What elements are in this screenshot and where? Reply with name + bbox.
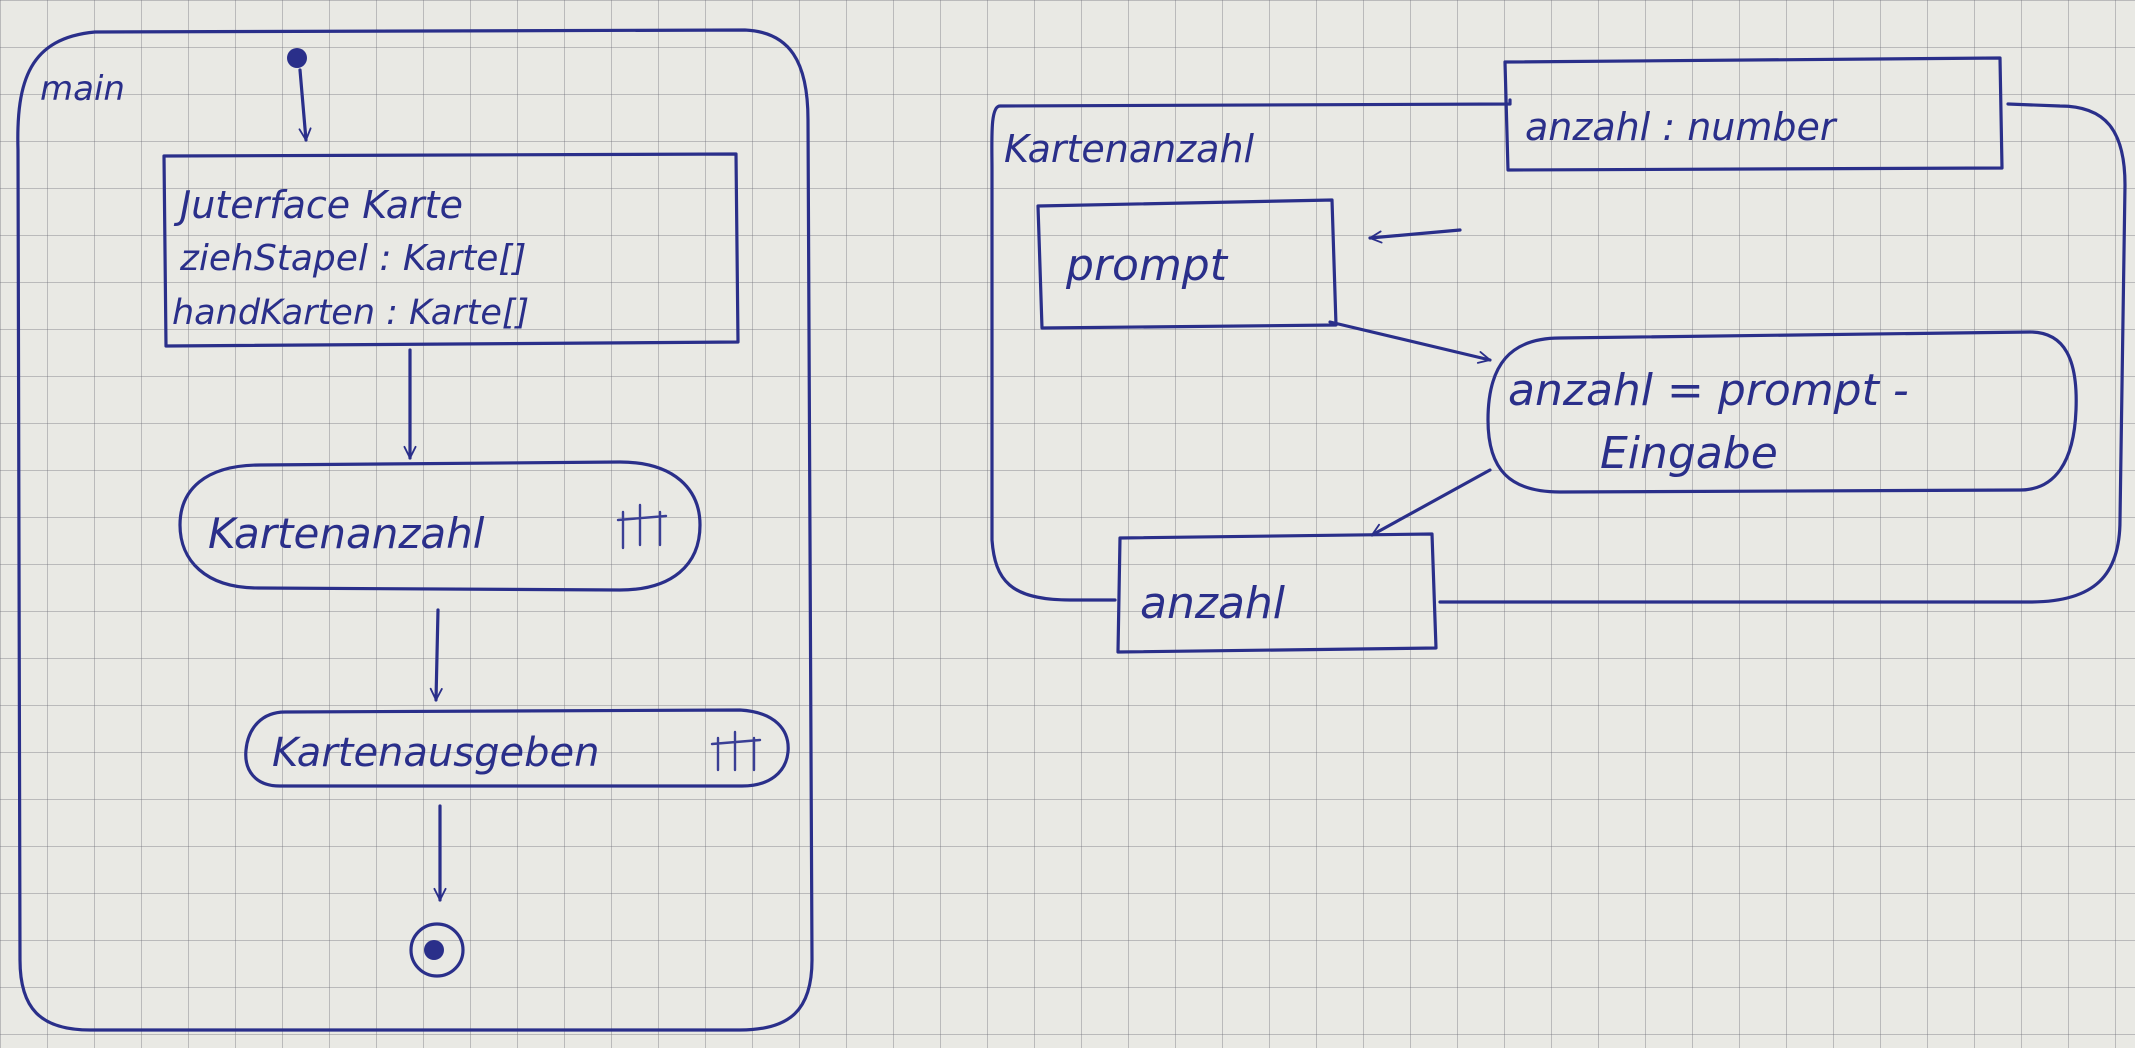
rake-icon [710, 730, 762, 772]
interface-karte-box: Juterface Karte ziehStapel : Karte[] han… [162, 152, 740, 348]
action-anzahl-assign: anzahl = prompt - Eingabe [1486, 330, 2078, 494]
flow-assign-to-output [1370, 468, 1492, 537]
action-assign-line2: Eingabe [1600, 428, 1778, 479]
interface-title: Juterface Karte [173, 183, 463, 227]
param-in-label: anzahl : number [1525, 105, 1838, 149]
action-assign-line1: anzahl = prompt - [1508, 365, 1909, 416]
interface-field-handkarten: handKarten : Karte[] [172, 293, 529, 333]
activity-diagram-sketch: main Juterface Karte ziehStapel : Karte[… [16, 28, 2127, 1032]
node-prompt: prompt [1036, 198, 1338, 330]
kartenanzahl-frame-label: Kartenanzahl [1004, 127, 1255, 171]
parameter-anzahl-number: anzahl : number [1503, 56, 2004, 172]
param-out-label: anzahl [1140, 578, 1286, 629]
action-kartenausgeben-call: Kartenausgeben [244, 708, 790, 788]
parameter-anzahl-output: anzahl [1116, 532, 1438, 654]
flow-param-to-prompt [1368, 228, 1462, 244]
node-prompt-label: prompt [1065, 240, 1229, 291]
action-kartenanzahl-label: Kartenanzahl [208, 509, 485, 558]
rake-icon [616, 503, 668, 550]
flow-kartenanzahl-to-kartenausgeben [429, 608, 443, 702]
flow-prompt-to-assign [1328, 320, 1492, 364]
action-kartenausgeben-label: Kartenausgeben [272, 730, 599, 776]
flow-initial-to-interface [298, 68, 312, 142]
action-kartenanzahl-call: Kartenanzahl [178, 460, 702, 592]
initial-node [287, 48, 307, 68]
kartenanzahl-frame [990, 98, 2127, 604]
main-activity: main Juterface Karte ziehStapel : Karte[… [16, 28, 814, 1032]
final-node [409, 922, 465, 978]
interface-field-ziehstapel: ziehStapel : Karte[] [179, 238, 526, 279]
kartenanzahl-activity: Kartenanzahl anzahl : number prompt anza… [990, 56, 2127, 654]
main-frame-label: main [40, 69, 125, 109]
